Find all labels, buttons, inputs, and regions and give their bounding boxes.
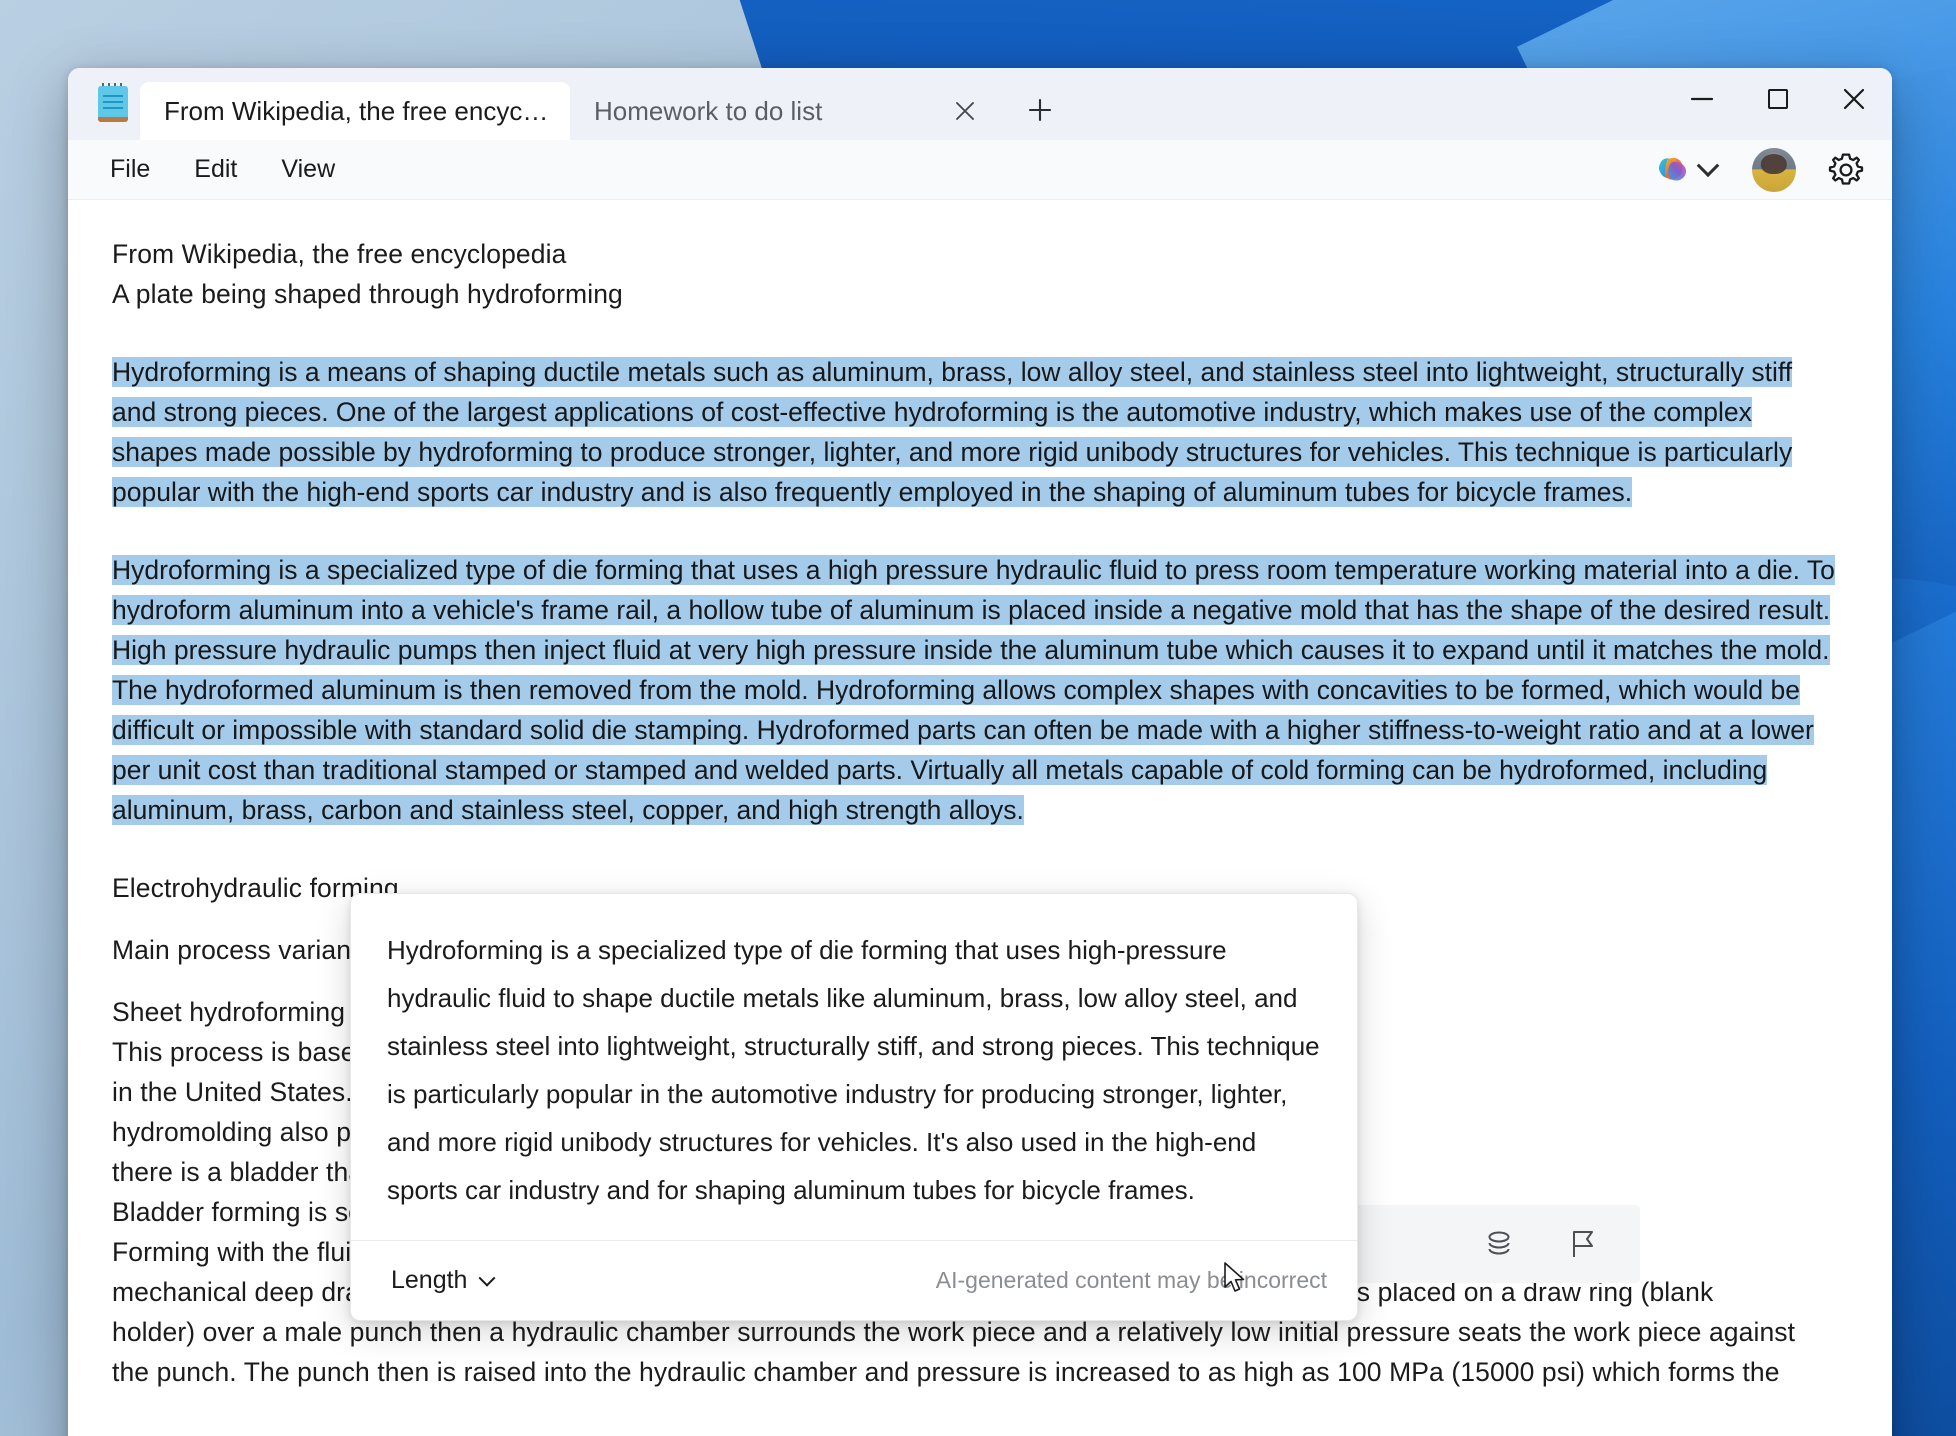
menubar-right-group [1646, 146, 1892, 194]
length-label: Length [391, 1266, 468, 1294]
menu-item-view[interactable]: View [259, 147, 357, 192]
flag-icon[interactable] [1556, 1217, 1610, 1271]
copilot-card-footer: Length AI-generated content may be incor… [351, 1240, 1357, 1320]
notepad-window: From Wikipedia, the free encyclop Homewo… [68, 68, 1892, 1436]
chevron-down-icon [478, 1269, 496, 1287]
selected-paragraph-2[interactable]: Hydroforming is a specialized type of di… [112, 550, 1838, 830]
title-bar: From Wikipedia, the free encyclop Homewo… [68, 68, 1892, 140]
copilot-button[interactable] [1646, 149, 1726, 191]
chevron-down-icon [1696, 153, 1720, 177]
menu-item-file[interactable]: File [88, 147, 172, 192]
tab-title: From Wikipedia, the free encyclop [164, 95, 552, 126]
doc-line-caption: A plate being shaped through hydroformin… [112, 279, 623, 309]
new-tab-button[interactable] [1016, 86, 1064, 134]
tab-wikipedia[interactable]: From Wikipedia, the free encyclop [140, 82, 570, 140]
tab-title: Homework to do list [594, 95, 823, 126]
copilot-response-text: Hydroforming is a specialized type of di… [387, 935, 1320, 1205]
doc-body-line: the punch. The punch then is raised into… [112, 1357, 1780, 1387]
menu-item-edit[interactable]: Edit [172, 147, 259, 192]
avatar[interactable] [1752, 147, 1796, 192]
selected-text: Hydroforming is a specialized type of di… [112, 555, 1835, 825]
window-controls [1664, 68, 1892, 130]
notepad-icon [86, 68, 140, 140]
stack-icon[interactable] [1472, 1217, 1526, 1271]
menu-bar: File Edit View [68, 140, 1892, 200]
copilot-icon [1656, 155, 1690, 185]
copilot-response-card: Hydroforming is a specialized type of di… [350, 893, 1358, 1321]
tab-homework[interactable]: Homework to do list [570, 82, 1000, 140]
ai-disclaimer: AI-generated content may be incorrect [935, 1267, 1327, 1293]
selected-paragraph-1[interactable]: Hydroforming is a means of shaping ducti… [112, 352, 1838, 512]
desktop-background: From Wikipedia, the free encyclop Homewo… [0, 0, 1956, 1436]
close-icon[interactable] [1816, 68, 1892, 130]
doc-line-source: From Wikipedia, the free encyclopedia [112, 239, 567, 269]
length-dropdown[interactable]: Length [381, 1260, 503, 1301]
selected-text: Hydroforming is a means of shaping ducti… [112, 357, 1793, 507]
maximize-icon[interactable] [1740, 68, 1816, 130]
minimize-icon[interactable] [1664, 68, 1740, 130]
document-editor[interactable]: From Wikipedia, the free encyclopedia A … [68, 200, 1892, 1436]
action-bar-right-group [1472, 1217, 1610, 1271]
gear-icon[interactable] [1822, 146, 1870, 194]
close-icon[interactable] [948, 94, 982, 128]
